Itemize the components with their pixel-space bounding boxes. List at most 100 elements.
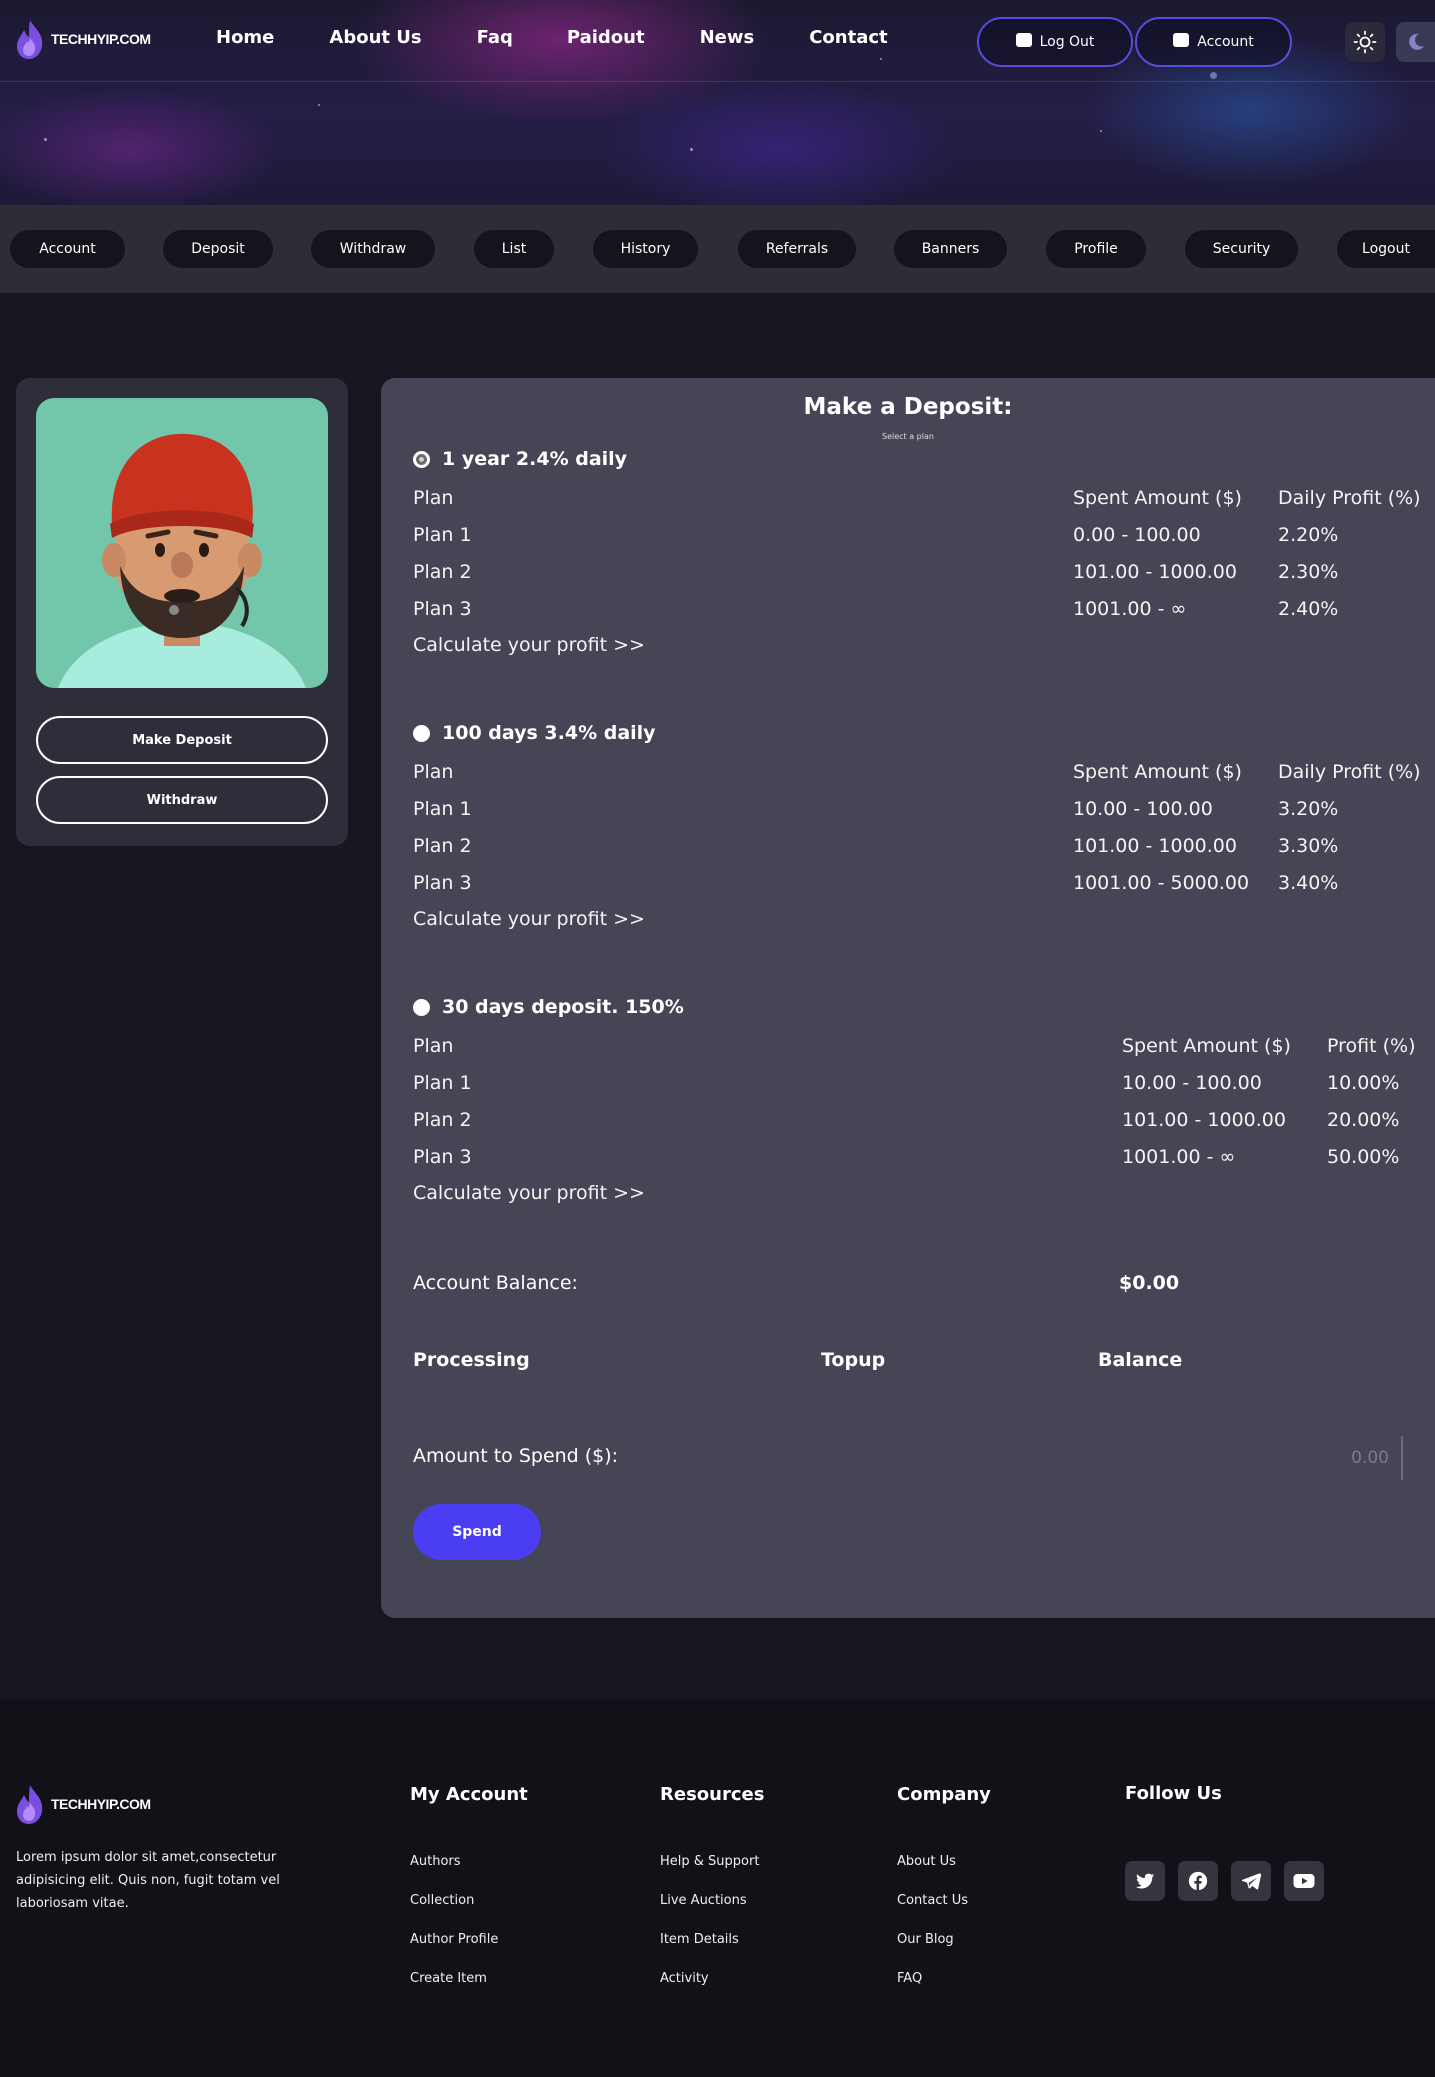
plan-option-1[interactable]: 1 year 2.4% daily (413, 448, 627, 470)
logout-button-label: Log Out (1039, 34, 1095, 50)
user-avatar-illustration (58, 433, 306, 688)
plan-1-table-header: Plan Spent Amount ($) Daily Profit (%) (413, 487, 1421, 513)
footer-link-author-profile[interactable]: Author Profile (410, 1932, 498, 1947)
telegram-icon (1241, 1873, 1262, 1890)
brand-name: TECHHYIP.COM (51, 31, 151, 47)
plan-option-3[interactable]: 30 days deposit. 150% (413, 996, 684, 1018)
nav-news[interactable]: News (700, 27, 755, 48)
nav-home[interactable]: Home (216, 27, 274, 48)
calculate-profit-link-1[interactable]: Calculate your profit >> (413, 634, 645, 656)
light-mode-toggle[interactable] (1345, 22, 1385, 62)
footer-link-help-support[interactable]: Help & Support (660, 1854, 759, 1869)
tab-account[interactable]: Account (10, 230, 125, 268)
plan-3-table-header: Plan Spent Amount ($) Profit (%) (413, 1035, 1415, 1061)
hero-banner: TECHHYIP.COM Home About Us Faq Paidout N… (0, 0, 1435, 205)
make-deposit-button[interactable]: Make Deposit (36, 716, 328, 764)
top-navbar: TECHHYIP.COM Home About Us Faq Paidout N… (0, 0, 1435, 82)
account-balance-value: $0.00 (1119, 1272, 1180, 1294)
col-header-plan: Plan (413, 761, 454, 783)
plan-radio-2[interactable] (413, 724, 430, 742)
cell-plan: Plan 2 (413, 835, 472, 857)
plan-radio-1[interactable] (413, 450, 430, 468)
footer-logo[interactable]: TECHHYIP.COM (14, 1783, 151, 1825)
tab-profile[interactable]: Profile (1046, 230, 1146, 268)
plan-name-3: 30 days deposit. 150% (442, 996, 684, 1018)
calculate-profit-link-3[interactable]: Calculate your profit >> (413, 1182, 645, 1204)
moon-icon (1409, 33, 1424, 50)
footer-heading-resources: Resources (660, 1784, 765, 1805)
twitter-link[interactable] (1125, 1861, 1165, 1901)
spend-button[interactable]: Spend (413, 1504, 541, 1560)
tab-referrals[interactable]: Referrals (738, 230, 856, 268)
sun-icon (1353, 30, 1377, 54)
nav-paidout[interactable]: Paidout (567, 27, 645, 48)
amount-input[interactable] (941, 1436, 1403, 1480)
avatar (36, 398, 328, 688)
withdraw-button[interactable]: Withdraw (36, 776, 328, 824)
site-footer: TECHHYIP.COM Lorem ipsum dolor sit amet,… (0, 1700, 1435, 2077)
deposit-panel: Make a Deposit: Select a plan 1 year 2.4… (381, 378, 1435, 1618)
footer-link-authors[interactable]: Authors (410, 1854, 461, 1869)
brand-logo[interactable]: TECHHYIP.COM (14, 18, 151, 60)
tab-deposit[interactable]: Deposit (163, 230, 273, 268)
account-button[interactable]: Account (1135, 17, 1292, 67)
col-header-profit: Daily Profit (%) (1278, 761, 1421, 783)
logout-button[interactable]: Log Out (977, 17, 1133, 67)
footer-link-faq[interactable]: FAQ (897, 1971, 922, 1986)
table-row: Plan 2 101.00 - 1000.00 2.30% (413, 561, 1413, 587)
footer-link-our-blog[interactable]: Our Blog (897, 1932, 954, 1947)
footer-link-about-us[interactable]: About Us (897, 1854, 956, 1869)
tab-history[interactable]: History (593, 230, 698, 268)
footer-link-contact-us[interactable]: Contact Us (897, 1893, 968, 1908)
plan-option-2[interactable]: 100 days 3.4% daily (413, 722, 656, 744)
profile-sidebar: Make Deposit Withdraw (16, 378, 348, 846)
footer-link-live-auctions[interactable]: Live Auctions (660, 1893, 747, 1908)
dark-mode-toggle[interactable] (1396, 22, 1435, 62)
footer-link-item-details[interactable]: Item Details (660, 1932, 739, 1947)
table-row: Plan 3 1001.00 - 5000.00 3.40% (413, 872, 1413, 898)
tab-list[interactable]: List (474, 230, 554, 268)
processing-header: Processing (413, 1349, 530, 1371)
calculate-profit-link-2[interactable]: Calculate your profit >> (413, 908, 645, 930)
tab-banners[interactable]: Banners (894, 230, 1007, 268)
cell-profit: 3.40% (1278, 872, 1339, 894)
table-row: Plan 2 101.00 - 1000.00 20.00% (413, 1109, 1413, 1135)
plan-radio-3[interactable] (413, 998, 430, 1016)
cell-amount: 10.00 - 100.00 (1122, 1072, 1262, 1094)
nav-faq[interactable]: Faq (477, 27, 513, 48)
nav-about-us[interactable]: About Us (329, 27, 421, 48)
footer-link-collection[interactable]: Collection (410, 1893, 474, 1908)
table-row: Plan 1 0.00 - 100.00 2.20% (413, 524, 1413, 550)
footer-heading-company: Company (897, 1784, 991, 1805)
cell-plan: Plan 1 (413, 798, 472, 820)
footer-link-activity[interactable]: Activity (660, 1971, 709, 1986)
table-row: Plan 2 101.00 - 1000.00 3.30% (413, 835, 1413, 861)
telegram-link[interactable] (1231, 1861, 1271, 1901)
table-row: Plan 1 10.00 - 100.00 3.20% (413, 798, 1413, 824)
youtube-icon (1293, 1874, 1315, 1888)
cell-amount: 101.00 - 1000.00 (1073, 835, 1237, 857)
cell-profit: 50.00% (1327, 1146, 1400, 1168)
plan-2-table-header: Plan Spent Amount ($) Daily Profit (%) (413, 761, 1421, 787)
facebook-link[interactable] (1178, 1861, 1218, 1901)
cell-plan: Plan 3 (413, 872, 472, 894)
tab-withdraw[interactable]: Withdraw (311, 230, 435, 268)
youtube-link[interactable] (1284, 1861, 1324, 1901)
cell-plan: Plan 3 (413, 598, 472, 620)
page-subtitle: Select a plan (882, 432, 934, 441)
account-balance-label: Account Balance: (413, 1272, 578, 1294)
cell-amount: 101.00 - 1000.00 (1073, 561, 1237, 583)
cell-amount: 10.00 - 100.00 (1073, 798, 1213, 820)
footer-link-create-item[interactable]: Create Item (410, 1971, 487, 1986)
tab-logout[interactable]: Logout (1337, 230, 1435, 268)
col-header-plan: Plan (413, 1035, 454, 1057)
cell-plan: Plan 2 (413, 1109, 472, 1131)
footer-heading-my-account: My Account (410, 1784, 528, 1805)
cell-plan: Plan 3 (413, 1146, 472, 1168)
cell-profit: 10.00% (1327, 1072, 1400, 1094)
col-header-plan: Plan (413, 487, 454, 509)
cell-plan: Plan 1 (413, 1072, 472, 1094)
tab-security[interactable]: Security (1185, 230, 1298, 268)
nav-contact[interactable]: Contact (809, 27, 887, 48)
amount-to-spend-label: Amount to Spend ($): (413, 1445, 619, 1467)
